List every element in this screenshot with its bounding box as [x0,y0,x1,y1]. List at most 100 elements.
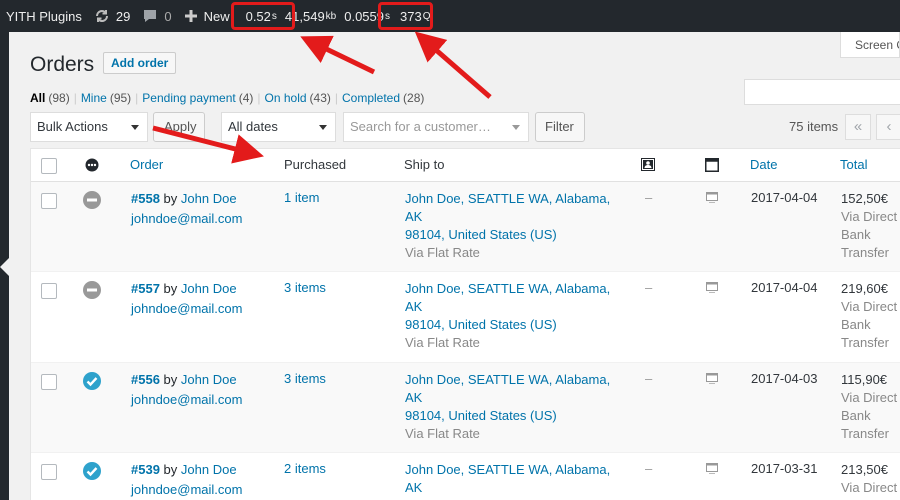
dates-select[interactable]: All dates [221,112,336,142]
shipping-method: Via Flat Rate [405,245,480,260]
add-order-button[interactable]: Add order [103,52,177,74]
column-order[interactable]: Order [130,157,163,172]
admin-menu-edge [0,32,9,500]
row-checkbox[interactable] [41,283,57,299]
search-orders-input[interactable] [744,79,900,105]
ship-to-cell: John Doe, SEATTLE WA, Alabama, AK98104, … [405,190,620,262]
ship-address-line-2[interactable]: 98104, United States (US) [405,407,620,425]
ship-address-line-1[interactable]: John Doe, SEATTLE WA, Alabama, AK [405,280,620,316]
customer-message: – [645,190,653,205]
filter-button[interactable]: Filter [535,112,585,142]
order-date: 2017-03-31 [751,461,818,476]
row-checkbox[interactable] [41,193,57,209]
views-separator: | [334,91,338,105]
table-row[interactable]: #557 by John Doe johndoe@mail.com 3 items J… [31,272,900,363]
customer-email-link[interactable]: johndoe@mail.com [131,392,242,407]
order-total-amount: 115,90€ [841,372,888,387]
view-on-hold[interactable]: On hold [265,91,307,105]
site-name-link[interactable]: YITH Plugins [0,0,88,32]
memory-unit: kb [325,10,337,22]
ship-to-cell: John Doe, SEATTLE WA, Alabama, AK98104, … [405,371,620,443]
table-header: Order Purchased Ship to Date Total [31,149,900,182]
view-completed[interactable]: Completed [342,91,400,105]
screen-options-button[interactable]: Screen O [840,32,900,58]
ship-address-line-2[interactable]: 98104, United States (US) [405,226,620,244]
customer-link[interactable]: John Doe [181,372,237,387]
current-menu-arrow-icon [0,258,9,276]
customer-link[interactable]: John Doe [181,191,237,206]
payment-method-line-1: Via Direct [841,480,898,495]
order-total-amount: 219,60€ [841,281,888,296]
window-icon [705,158,719,172]
ship-to-cell: John Doe, SEATTLE WA, Alabama, AK98104, … [405,461,620,500]
order-total-amount: 213,50€ [841,462,888,477]
ship-address-line-1[interactable]: John Doe, SEATTLE WA, Alabama, AK [405,190,620,226]
row-checkbox[interactable] [41,464,57,480]
purchased-items-link[interactable]: 3 items [284,280,326,295]
updates-count: 29 [115,8,131,24]
apply-button[interactable]: Apply [153,112,205,142]
payment-method-line-3: Transfer [841,245,889,260]
order-number-link[interactable]: #556 [131,372,160,387]
order-total-amount: 152,50€ [841,191,888,206]
payment-method-line-1: Via Direct [841,299,898,314]
customer-email-link[interactable]: johndoe@mail.com [131,482,242,497]
order-total-cell: 213,50€ Via Direct [841,461,900,497]
view-pending-payment[interactable]: Pending payment [142,91,235,105]
new-label: New [203,8,230,24]
customer-message: – [645,280,653,295]
ship-address-line-1[interactable]: John Doe, SEATTLE WA, Alabama, AK [405,371,620,407]
row-checkbox[interactable] [41,374,57,390]
bulk-actions-select[interactable]: Bulk Actions [30,112,148,142]
view-count: (95) [109,91,132,105]
admin-bar: YITH Plugins 29 0 New 0.52 s 41,549 kb 0.0… [0,0,900,32]
customer-email-link[interactable]: johndoe@mail.com [131,211,242,226]
table-row[interactable]: #558 by John Doe johndoe@mail.com 1 item Jo… [31,182,900,272]
site-name: YITH Plugins [6,8,82,24]
purchased-items-link[interactable]: 3 items [284,371,326,386]
order-number-link[interactable]: #539 [131,462,160,477]
customer-link[interactable]: John Doe [181,462,237,477]
customer-search-select[interactable]: Search for a customer… [343,112,529,142]
order-by-text: by [163,191,178,206]
payment-method-line-2: Bank [841,317,871,332]
status-views: All (98) | Mine (95) | Pending payment (4) | On h… [30,91,424,105]
purchased-items-link[interactable]: 1 item [284,190,319,205]
order-total-cell: 115,90€ Via Direct Bank Transfer [841,371,900,443]
ship-address-line-1[interactable]: John Doe, SEATTLE WA, Alabama, AK [405,461,620,497]
column-total[interactable]: Total [840,157,867,172]
customer-link[interactable]: John Doe [181,281,237,296]
shipping-method: Via Flat Rate [405,335,480,350]
table-body: #558 by John Doe johndoe@mail.com 1 item Jo… [31,182,900,500]
column-purchased: Purchased [284,157,347,172]
order-total-cell: 152,50€ Via Direct Bank Transfer [841,190,900,262]
chevron-down-icon [512,125,520,130]
view-all[interactable]: All [30,91,45,105]
payment-method-line-1: Via Direct [841,390,898,405]
purchased-items-link[interactable]: 2 items [284,461,326,476]
order-number-link[interactable]: #557 [131,281,160,296]
order-number-link[interactable]: #558 [131,191,160,206]
column-ship-to: Ship to [404,157,445,172]
ship-address-line-2[interactable]: 98104, United States (US) [405,316,620,334]
order-by-text: by [163,462,178,477]
customer-search-placeholder: Search for a customer… [350,119,491,134]
select-all-checkbox[interactable] [41,158,57,174]
column-date[interactable]: Date [750,157,777,172]
table-row[interactable]: #556 by John Doe johndoe@mail.com 3 items J… [31,363,900,453]
first-page-button[interactable]: « [845,114,871,140]
customer-email-link[interactable]: johndoe@mail.com [131,301,242,316]
view-mine[interactable]: Mine [81,91,107,105]
new-content-link[interactable]: New [178,0,236,32]
order-by-text: by [163,281,178,296]
customer-message: – [645,371,653,386]
table-row[interactable]: #539 by John Doe johndoe@mail.com 2 items J… [31,453,900,500]
updates-link[interactable]: 29 [88,0,136,32]
shipping-method: Via Flat Rate [405,426,480,441]
status-circle-icon[interactable] [85,158,99,172]
prev-page-button[interactable]: ‹ [876,114,900,140]
order-by-text: by [163,372,178,387]
chevron-down-icon [319,125,327,130]
comments-link[interactable]: 0 [136,0,177,32]
annotation-box-queries [378,2,433,30]
